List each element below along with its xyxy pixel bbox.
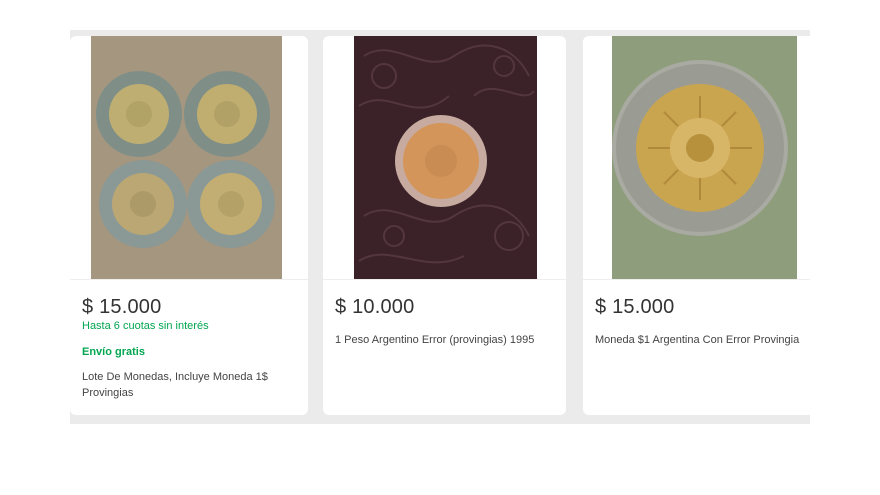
listing-card[interactable]: $ 10.000 1 Peso Argentino Error (proving… <box>323 36 566 415</box>
product-image[interactable] <box>612 36 797 279</box>
product-image[interactable] <box>354 36 537 279</box>
product-image[interactable] <box>91 36 282 279</box>
price[interactable]: $ 15.000 <box>82 296 161 319</box>
price[interactable]: $ 15.000 <box>595 296 674 319</box>
installments-label: Hasta 6 cuotas sin interés <box>82 320 209 332</box>
card-divider <box>323 279 566 280</box>
price[interactable]: $ 10.000 <box>335 296 414 319</box>
listing-card[interactable]: $ 15.000 Hasta 6 cuotas sin interés Enví… <box>70 36 308 415</box>
card-divider <box>70 279 308 280</box>
free-shipping-label: Envío gratis <box>82 346 145 358</box>
listing-card[interactable]: $ 15.000 Moneda $1 Argentina Con Error P… <box>583 36 810 415</box>
listing-title[interactable]: 1 Peso Argentino Error (provingias) 1995 <box>335 332 545 348</box>
listing-title[interactable]: Moneda $1 Argentina Con Error Provingia <box>595 332 805 348</box>
card-divider <box>583 279 810 280</box>
listing-title[interactable]: Lote De Monedas, Incluye Moneda 1$ Provi… <box>82 369 292 401</box>
